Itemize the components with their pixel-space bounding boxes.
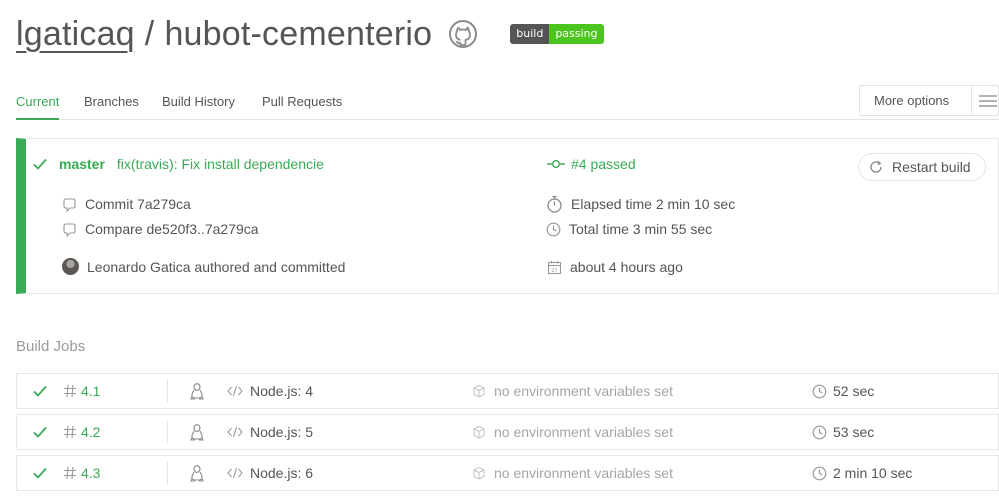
repo-separator: / xyxy=(144,14,155,53)
total-time-row: Total time 3 min 55 sec xyxy=(546,221,712,237)
author-row: Leonardo Gatica authored and committed xyxy=(62,258,345,275)
commit-row[interactable]: Commit 7a279ca xyxy=(62,196,191,212)
badge-label: build xyxy=(510,24,550,44)
hash-icon xyxy=(64,466,76,480)
repo-title: lgaticaq / hubot-cementerio xyxy=(16,15,432,54)
job-row[interactable]: 4.2 Node.js: 5 no environment variables … xyxy=(16,414,999,450)
code-icon xyxy=(227,426,243,438)
compare-text: Compare de520f3..7a279ca xyxy=(85,221,259,237)
hash-icon xyxy=(64,425,76,439)
more-options-divider xyxy=(971,86,972,115)
github-icon[interactable] xyxy=(448,19,478,49)
job-number-text: 4.3 xyxy=(81,465,101,481)
more-options-label: More options xyxy=(874,93,950,108)
build-commit-message[interactable]: fix(travis): Fix install dependencie xyxy=(117,156,324,172)
hamburger-menu-icon[interactable] xyxy=(979,94,997,108)
build-headline: master fix(travis): Fix install dependen… xyxy=(33,156,324,172)
calendar-day: 27 xyxy=(551,268,557,274)
job-divider xyxy=(167,462,168,484)
check-icon xyxy=(33,456,47,490)
job-language: Node.js: 6 xyxy=(227,456,313,490)
build-jobs-title: Build Jobs xyxy=(16,338,86,355)
job-number[interactable]: 4.2 xyxy=(63,415,100,449)
job-language-text: Node.js: 4 xyxy=(250,383,314,399)
total-time-text: Total time 3 min 55 sec xyxy=(569,221,713,237)
restart-icon xyxy=(868,159,884,175)
code-icon xyxy=(227,467,243,479)
repo-tabs: Current Branches Build History Pull Requ… xyxy=(16,85,999,120)
job-duration: 52 sec xyxy=(812,374,874,408)
time-ago-row: 27 about 4 hours ago xyxy=(547,259,683,275)
tab-build-history[interactable]: Build History xyxy=(162,94,235,109)
clock-icon xyxy=(812,466,827,480)
stopwatch-icon xyxy=(546,195,563,213)
elapsed-time-text: Elapsed time 2 min 10 sec xyxy=(571,196,736,212)
tab-current[interactable]: Current xyxy=(16,94,60,120)
linux-icon xyxy=(190,415,204,449)
build-branch-link[interactable]: master xyxy=(59,156,105,172)
compare-row[interactable]: Compare de520f3..7a279ca xyxy=(62,221,259,237)
time-ago-text: about 4 hours ago xyxy=(570,259,683,275)
job-duration-text: 52 sec xyxy=(833,383,875,399)
clock-icon xyxy=(546,222,561,237)
job-divider xyxy=(167,380,168,402)
restart-build-label: Restart build xyxy=(892,159,971,175)
elapsed-time-row: Elapsed time 2 min 10 sec xyxy=(546,195,735,213)
clock-icon xyxy=(812,425,827,439)
job-number[interactable]: 4.3 xyxy=(63,456,100,490)
box-icon xyxy=(473,425,485,439)
restart-build-button[interactable]: Restart build xyxy=(858,153,986,181)
job-duration-text: 53 sec xyxy=(833,424,875,440)
more-options-button[interactable]: More options xyxy=(859,85,999,116)
build-number-status[interactable]: #4 passed xyxy=(547,156,636,172)
author-text: Leonardo Gatica authored and committed xyxy=(87,258,346,275)
commit-node-icon xyxy=(547,159,565,169)
job-language-text: Node.js: 5 xyxy=(250,424,314,440)
badge-status: passing xyxy=(549,24,604,44)
build-status-text: #4 passed xyxy=(571,156,636,172)
job-env-text: no environment variables set xyxy=(494,424,673,440)
box-icon xyxy=(473,466,485,480)
repo-header: lgaticaq / hubot-cementerio build passin… xyxy=(16,10,604,58)
job-duration-text: 2 min 10 sec xyxy=(833,465,913,481)
commit-text: Commit 7a279ca xyxy=(85,196,191,212)
current-build-panel: master fix(travis): Fix install dependen… xyxy=(16,138,999,294)
hash-icon xyxy=(64,384,76,398)
job-language: Node.js: 5 xyxy=(227,415,313,449)
commit-icon xyxy=(62,197,77,212)
job-duration: 2 min 10 sec xyxy=(812,456,912,490)
clock-icon xyxy=(812,384,827,398)
job-duration: 53 sec xyxy=(812,415,874,449)
job-number[interactable]: 4.1 xyxy=(63,374,100,408)
job-env-text: no environment variables set xyxy=(494,383,673,399)
job-env-text: no environment variables set xyxy=(494,465,673,481)
job-row[interactable]: 4.1 Node.js: 4 no environment variables … xyxy=(16,373,999,409)
job-number-text: 4.1 xyxy=(81,383,101,399)
check-icon xyxy=(33,415,47,449)
job-number-text: 4.2 xyxy=(81,424,101,440)
compare-icon xyxy=(62,222,77,237)
repo-owner-link[interactable]: lgaticaq xyxy=(16,15,135,54)
check-icon xyxy=(33,374,47,408)
build-status-badge[interactable]: build passing xyxy=(510,24,604,44)
linux-icon xyxy=(190,374,204,408)
tab-pull-requests[interactable]: Pull Requests xyxy=(262,94,342,109)
code-icon xyxy=(227,385,243,397)
job-language-text: Node.js: 6 xyxy=(250,465,314,481)
tab-branches[interactable]: Branches xyxy=(84,94,139,109)
job-env: no environment variables set xyxy=(472,456,673,490)
repo-name: hubot-cementerio xyxy=(164,14,433,53)
linux-icon xyxy=(190,456,204,490)
calendar-icon: 27 xyxy=(547,260,562,275)
job-env: no environment variables set xyxy=(472,415,673,449)
job-row[interactable]: 4.3 Node.js: 6 no environment variables … xyxy=(16,455,999,491)
check-icon xyxy=(33,158,47,170)
job-divider xyxy=(167,421,168,443)
box-icon xyxy=(473,384,485,398)
job-env: no environment variables set xyxy=(472,374,673,408)
job-language: Node.js: 4 xyxy=(227,374,313,408)
avatar xyxy=(62,258,79,275)
